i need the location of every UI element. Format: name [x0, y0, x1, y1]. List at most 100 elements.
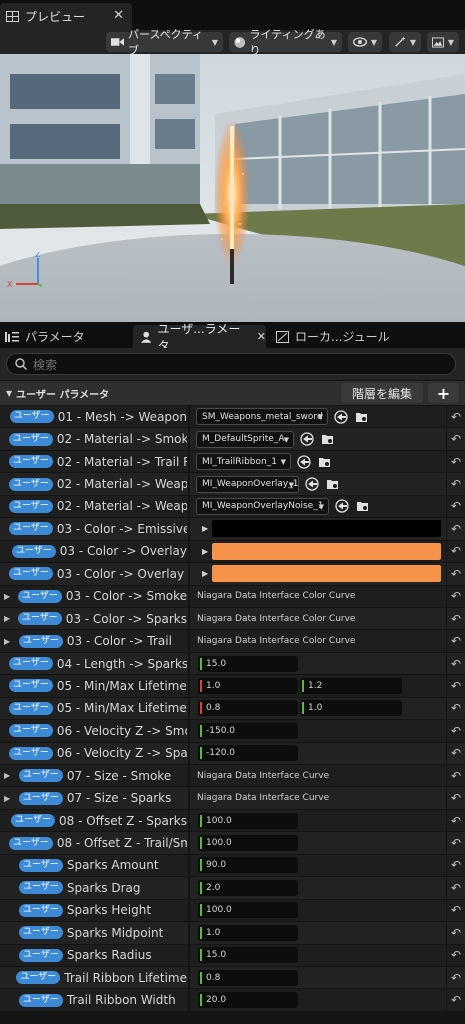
reset-to-default-icon[interactable]: ↶ — [446, 809, 465, 832]
reset-to-default-icon[interactable]: ↶ — [446, 854, 465, 877]
reset-to-default-icon[interactable]: ↶ — [446, 563, 465, 585]
number-field[interactable]: 100.0 — [198, 835, 298, 852]
tab-parameters[interactable]: パラメータ — [0, 325, 130, 348]
number-field[interactable]: 15.0 — [198, 655, 298, 672]
reset-to-default-icon[interactable]: ↶ — [446, 966, 465, 989]
parameter-row[interactable]: ユーザー 02 - Material -> Trail Rib MI_TrailRi… — [0, 450, 465, 474]
reset-to-default-icon[interactable]: ↶ — [446, 742, 465, 764]
parameter-row[interactable]: ユーザー 05 - Min/Max Lifetime - 0.8 1.0 ↶ — [0, 697, 465, 721]
reset-to-default-icon[interactable]: ↶ — [446, 944, 465, 966]
use-selected-asset-icon[interactable] — [304, 476, 320, 492]
chevron-right-icon[interactable]: ▶ — [4, 637, 14, 646]
use-selected-asset-icon[interactable] — [334, 498, 350, 514]
reset-to-default-icon[interactable]: ↶ — [446, 765, 465, 787]
use-selected-asset-icon[interactable] — [299, 431, 315, 447]
show-button[interactable]: ▼ — [348, 32, 382, 52]
number-field[interactable]: 100.0 — [198, 812, 298, 829]
parameter-row[interactable]: ▶ ユーザー 03 - Color -> Trail Niagara Data Int… — [0, 630, 465, 653]
browse-asset-icon[interactable] — [320, 431, 336, 447]
number-field[interactable]: 90.0 — [198, 857, 298, 874]
parameter-row[interactable]: ユーザー 01 - Mesh -> Weapon SM_Weapons_metal_… — [0, 406, 465, 429]
parameter-row[interactable]: ユーザー 02 - Material -> Smoke M_DefaultSprit… — [0, 428, 465, 451]
min-field[interactable]: 0.8 — [198, 700, 298, 717]
asset-picker[interactable]: MI_WeaponOverlay_1 ▼ — [196, 475, 299, 493]
reset-to-default-icon[interactable]: ↶ — [446, 428, 465, 450]
parameter-row[interactable]: ユーザー 03 - Color -> Emissive ▶ ↶ — [0, 518, 465, 541]
parameter-row[interactable]: ユーザー 08 - Offset Z - Sparks 100.0 ↶ — [0, 809, 465, 833]
number-field[interactable]: -150.0 — [198, 722, 298, 739]
reset-to-default-icon[interactable]: ↶ — [446, 406, 465, 428]
color-swatch[interactable] — [212, 520, 442, 538]
parameter-row[interactable]: ユーザー 08 - Offset Z - Trail/Sm 100.0 ↶ — [0, 832, 465, 855]
layout-button[interactable]: ▼ — [427, 32, 459, 52]
edit-hierarchy-button[interactable]: 階層を編集 — [341, 383, 423, 403]
reset-to-default-icon[interactable]: ↶ — [446, 585, 465, 607]
max-field[interactable]: 1.0 — [300, 700, 402, 717]
tools-button[interactable]: ▼ — [389, 32, 421, 52]
parameter-row[interactable]: ユーザー Sparks Midpoint 1.0 ↶ — [0, 922, 465, 945]
reset-to-default-icon[interactable]: ↶ — [446, 630, 465, 652]
chevron-right-icon[interactable]: ▶ — [4, 592, 13, 601]
add-parameter-button[interactable]: + — [428, 383, 459, 403]
parameter-row[interactable]: ユーザー Trail Ribbon Lifetime 0.8 ↶ — [0, 966, 465, 990]
max-field[interactable]: 1.2 — [300, 677, 402, 694]
parameter-row[interactable]: ▶ ユーザー 07 - Size - Smoke Niagara Data Inter… — [0, 765, 465, 788]
reset-to-default-icon[interactable]: ↶ — [446, 518, 465, 540]
number-field[interactable]: 1.0 — [198, 924, 298, 941]
reset-to-default-icon[interactable]: ↶ — [446, 832, 465, 854]
asset-picker[interactable]: MI_TrailRibbon_1 ▼ — [196, 453, 291, 471]
chevron-right-icon[interactable]: ▶ — [4, 794, 14, 803]
perspective-button[interactable]: パースペクティブ ▼ — [106, 28, 223, 57]
reset-to-default-icon[interactable]: ↶ — [446, 877, 465, 899]
chevron-right-icon[interactable]: ▶ — [202, 569, 208, 578]
reset-to-default-icon[interactable]: ↶ — [446, 675, 465, 697]
parameter-row[interactable]: ユーザー Sparks Radius 15.0 ↶ — [0, 944, 465, 967]
reset-to-default-icon[interactable]: ↶ — [446, 495, 465, 518]
color-swatch[interactable] — [212, 542, 442, 560]
chevron-right-icon[interactable]: ▶ — [4, 771, 14, 780]
reset-to-default-icon[interactable]: ↶ — [446, 697, 465, 720]
parameter-row[interactable]: ▶ ユーザー 03 - Color -> Smoke Niagara Data Int… — [0, 585, 465, 608]
reset-to-default-icon[interactable]: ↶ — [446, 989, 465, 1011]
tab-local-modules[interactable]: ローカ...ジュール — [270, 325, 430, 348]
close-icon[interactable]: ✕ — [113, 8, 124, 23]
parameter-row[interactable]: ユーザー 03 - Color -> Overlay ▶ ↶ — [0, 540, 465, 564]
use-selected-asset-icon[interactable] — [296, 454, 312, 470]
number-field[interactable]: 2.0 — [198, 879, 298, 896]
reset-to-default-icon[interactable]: ↶ — [446, 922, 465, 944]
parameter-row[interactable]: ユーザー Sparks Height 100.0 ↶ — [0, 899, 465, 923]
chevron-right-icon[interactable]: ▶ — [4, 614, 13, 623]
reset-to-default-icon[interactable]: ↶ — [446, 720, 465, 742]
reset-to-default-icon[interactable]: ↶ — [446, 652, 465, 675]
color-swatch[interactable] — [212, 565, 442, 583]
lighting-button[interactable]: ライティングあり ▼ — [229, 28, 342, 57]
tab-user-parameters[interactable]: ユーザ...ラメータ ✕ — [133, 322, 266, 353]
min-field[interactable]: 1.0 — [198, 677, 298, 694]
number-field[interactable]: 100.0 — [198, 902, 298, 919]
asset-picker[interactable]: SM_Weapons_metal_sword ▼ — [196, 408, 328, 426]
parameter-row[interactable]: ユーザー 05 - Min/Max Lifetime - 1.0 1.2 ↶ — [0, 675, 465, 698]
number-field[interactable]: 0.8 — [198, 969, 298, 986]
parameter-row[interactable]: ▶ ユーザー 03 - Color -> Sparks Niagara Data In… — [0, 607, 465, 631]
number-field[interactable]: 20.0 — [198, 992, 298, 1009]
number-field[interactable]: -120.0 — [198, 745, 298, 762]
search-input[interactable]: 検索 — [6, 353, 456, 375]
reset-to-default-icon[interactable]: ↶ — [446, 540, 465, 563]
reset-to-default-icon[interactable]: ↶ — [446, 607, 465, 630]
close-icon[interactable]: ✕ — [257, 330, 266, 343]
parameter-row[interactable]: ユーザー 02 - Material -> Weapon MI_WeaponOver… — [0, 495, 465, 519]
reset-to-default-icon[interactable]: ↶ — [446, 787, 465, 809]
asset-picker[interactable]: M_DefaultSprite_A ▼ — [196, 430, 294, 448]
parameter-row[interactable]: ユーザー Trail Ribbon Width 20.0 ↶ — [0, 989, 465, 1012]
user-parameters-header[interactable]: ▼ ユーザー パラメータ 階層を編集 + — [0, 381, 465, 405]
parameter-row[interactable]: ユーザー Sparks Amount 90.0 ↶ — [0, 854, 465, 878]
chevron-right-icon[interactable]: ▶ — [202, 547, 208, 556]
parameter-row[interactable]: ユーザー Sparks Drag 2.0 ↶ — [0, 877, 465, 900]
parameter-row[interactable]: ユーザー 06 - Velocity Z -> Smok -150.0 ↶ — [0, 720, 465, 743]
asset-picker[interactable]: MI_WeaponOverlayNoise_1 ▼ — [196, 497, 329, 515]
reset-to-default-icon[interactable]: ↶ — [446, 450, 465, 473]
parameter-row[interactable]: ユーザー 03 - Color -> Overlay No ▶ ↶ — [0, 563, 465, 586]
use-selected-asset-icon[interactable] — [333, 409, 349, 425]
reset-to-default-icon[interactable]: ↶ — [446, 473, 465, 495]
parameter-row[interactable]: ユーザー 02 - Material -> Weapon MI_WeaponOver… — [0, 473, 465, 496]
